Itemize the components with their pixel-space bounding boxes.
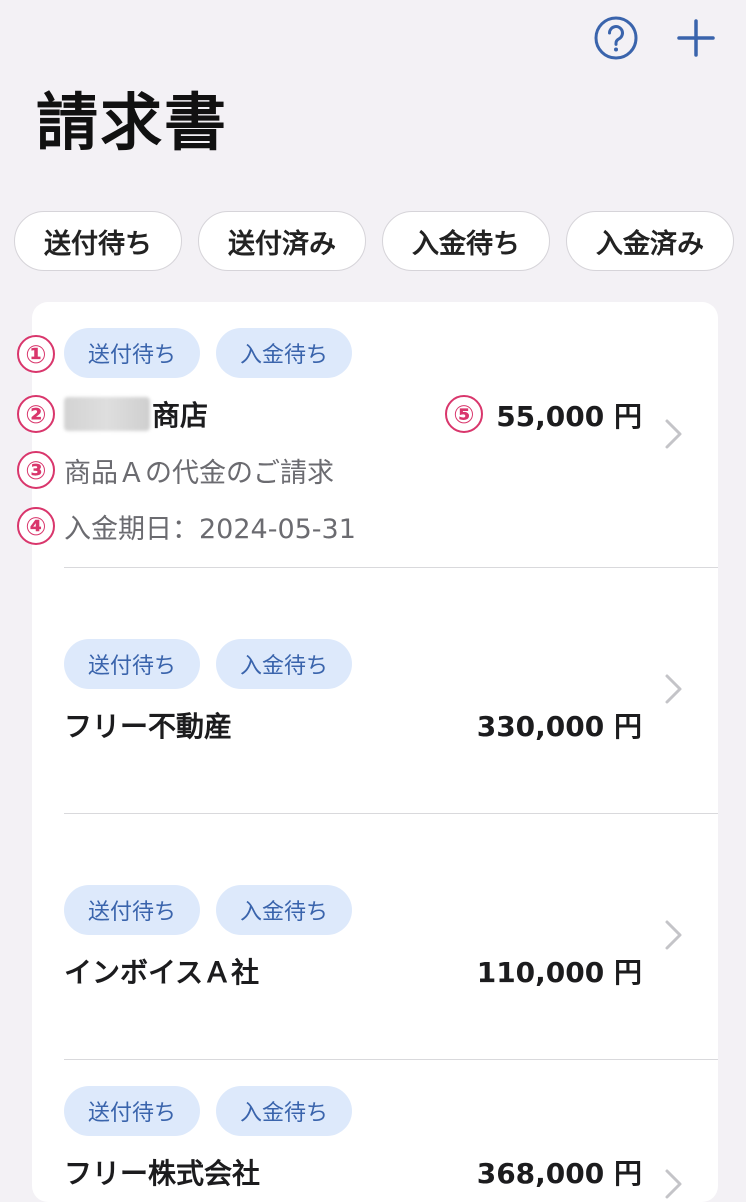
invoice-amount: 330,000 円	[476, 710, 642, 743]
status-badge-payment: 入金待ち	[216, 328, 353, 378]
status-badges: 送付待ち 入金待ち	[64, 885, 353, 935]
add-invoice-button[interactable]	[672, 14, 720, 62]
invoice-list: 送付待ち 入金待ち 商店 55,000 円 商品Ａの代金のご請求 入金期日：20…	[32, 302, 718, 1202]
invoice-subject: 商品Ａの代金のご請求	[64, 458, 334, 489]
status-badge-send: 送付待ち	[64, 1086, 201, 1136]
header-actions	[592, 14, 720, 62]
invoice-row[interactable]: 送付待ち 入金待ち 商店 55,000 円 商品Ａの代金のご請求 入金期日：20…	[32, 302, 718, 567]
filter-bar: 送付待ち 送付済み 入金待ち 入金済み	[14, 211, 746, 271]
status-badge-send: 送付待ち	[64, 639, 201, 689]
plus-icon	[677, 19, 715, 57]
invoice-row[interactable]: 送付待ち 入金待ち フリー株式会社 368,000 円	[32, 1060, 718, 1202]
client-name-text: 商店	[152, 399, 209, 432]
status-badge-send: 送付待ち	[64, 328, 201, 378]
status-badge-payment: 入金待ち	[216, 1086, 353, 1136]
filter-chip-sent[interactable]: 送付済み	[198, 211, 366, 271]
page-title: 請求書	[36, 86, 229, 159]
annotation-marker-4: ④	[17, 507, 55, 545]
chevron-right-icon	[665, 674, 682, 704]
status-badges: 送付待ち 入金待ち	[64, 1086, 353, 1136]
status-badge-payment: 入金待ち	[216, 639, 353, 689]
question-circle-icon	[594, 16, 638, 60]
client-name: フリー株式会社	[64, 1157, 261, 1190]
help-button[interactable]	[592, 14, 640, 62]
client-name: フリー不動産	[64, 710, 233, 743]
invoice-amount: 110,000 円	[476, 956, 642, 989]
invoice-amount: 368,000 円	[476, 1157, 642, 1190]
annotation-marker-1: ①	[17, 335, 55, 373]
filter-chip-paid[interactable]: 入金済み	[566, 211, 734, 271]
status-badges: 送付待ち 入金待ち	[64, 328, 353, 378]
invoice-row[interactable]: 送付待ち 入金待ち フリー不動産 330,000 円	[32, 568, 718, 813]
redacted-name	[64, 397, 150, 431]
filter-chip-awaiting-payment[interactable]: 入金待ち	[382, 211, 550, 271]
chevron-right-icon	[665, 1169, 682, 1199]
due-date: 入金期日：2024-05-31	[64, 514, 356, 545]
filter-chip-awaiting-send[interactable]: 送付待ち	[14, 211, 182, 271]
chevron-right-icon	[665, 920, 682, 950]
annotation-marker-2: ②	[17, 395, 55, 433]
status-badge-payment: 入金待ち	[216, 885, 353, 935]
status-badge-send: 送付待ち	[64, 885, 201, 935]
chevron-right-icon	[665, 419, 682, 449]
client-name: 商店	[64, 394, 208, 434]
invoice-amount: 55,000 円	[496, 400, 642, 433]
invoice-row[interactable]: 送付待ち 入金待ち インボイスＡ社 110,000 円	[32, 814, 718, 1059]
annotation-marker-3: ③	[17, 451, 55, 489]
client-name: インボイスＡ社	[64, 956, 260, 989]
annotation-marker-5: ⑤	[445, 395, 483, 433]
status-badges: 送付待ち 入金待ち	[64, 639, 353, 689]
